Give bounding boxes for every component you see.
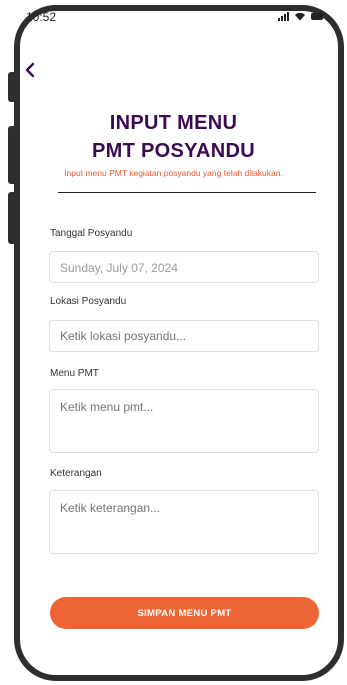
location-label: Lokasi Posyandu [50,296,127,307]
title-divider [58,192,316,193]
save-button[interactable]: SIMPAN MENU PMT [50,597,319,629]
back-button[interactable] [24,62,36,78]
wifi-icon [295,12,305,21]
location-input[interactable] [49,320,319,352]
date-field[interactable]: Sunday, July 07, 2024 [49,251,319,283]
status-bar: 10:52 [0,0,347,24]
page-title: PMT POSYANDU [92,140,255,162]
notes-label: Keterangan [50,468,102,479]
battery-icon [311,13,323,20]
chevron-left-icon [25,62,35,78]
menu-label: Menu PMT [50,368,99,379]
power-button [8,192,14,244]
date-label: Tanggal Posyandu [50,228,133,239]
volume-button [8,72,14,102]
menu-input[interactable] [49,389,319,453]
signal-icon [278,12,289,21]
status-icons [278,12,323,21]
notes-input[interactable] [49,490,319,554]
status-time: 10:52 [26,10,57,24]
page-title: INPUT MENU [109,112,238,134]
page-subtitle: Input menu PMT kegiatan posyandu yang te… [64,168,283,178]
